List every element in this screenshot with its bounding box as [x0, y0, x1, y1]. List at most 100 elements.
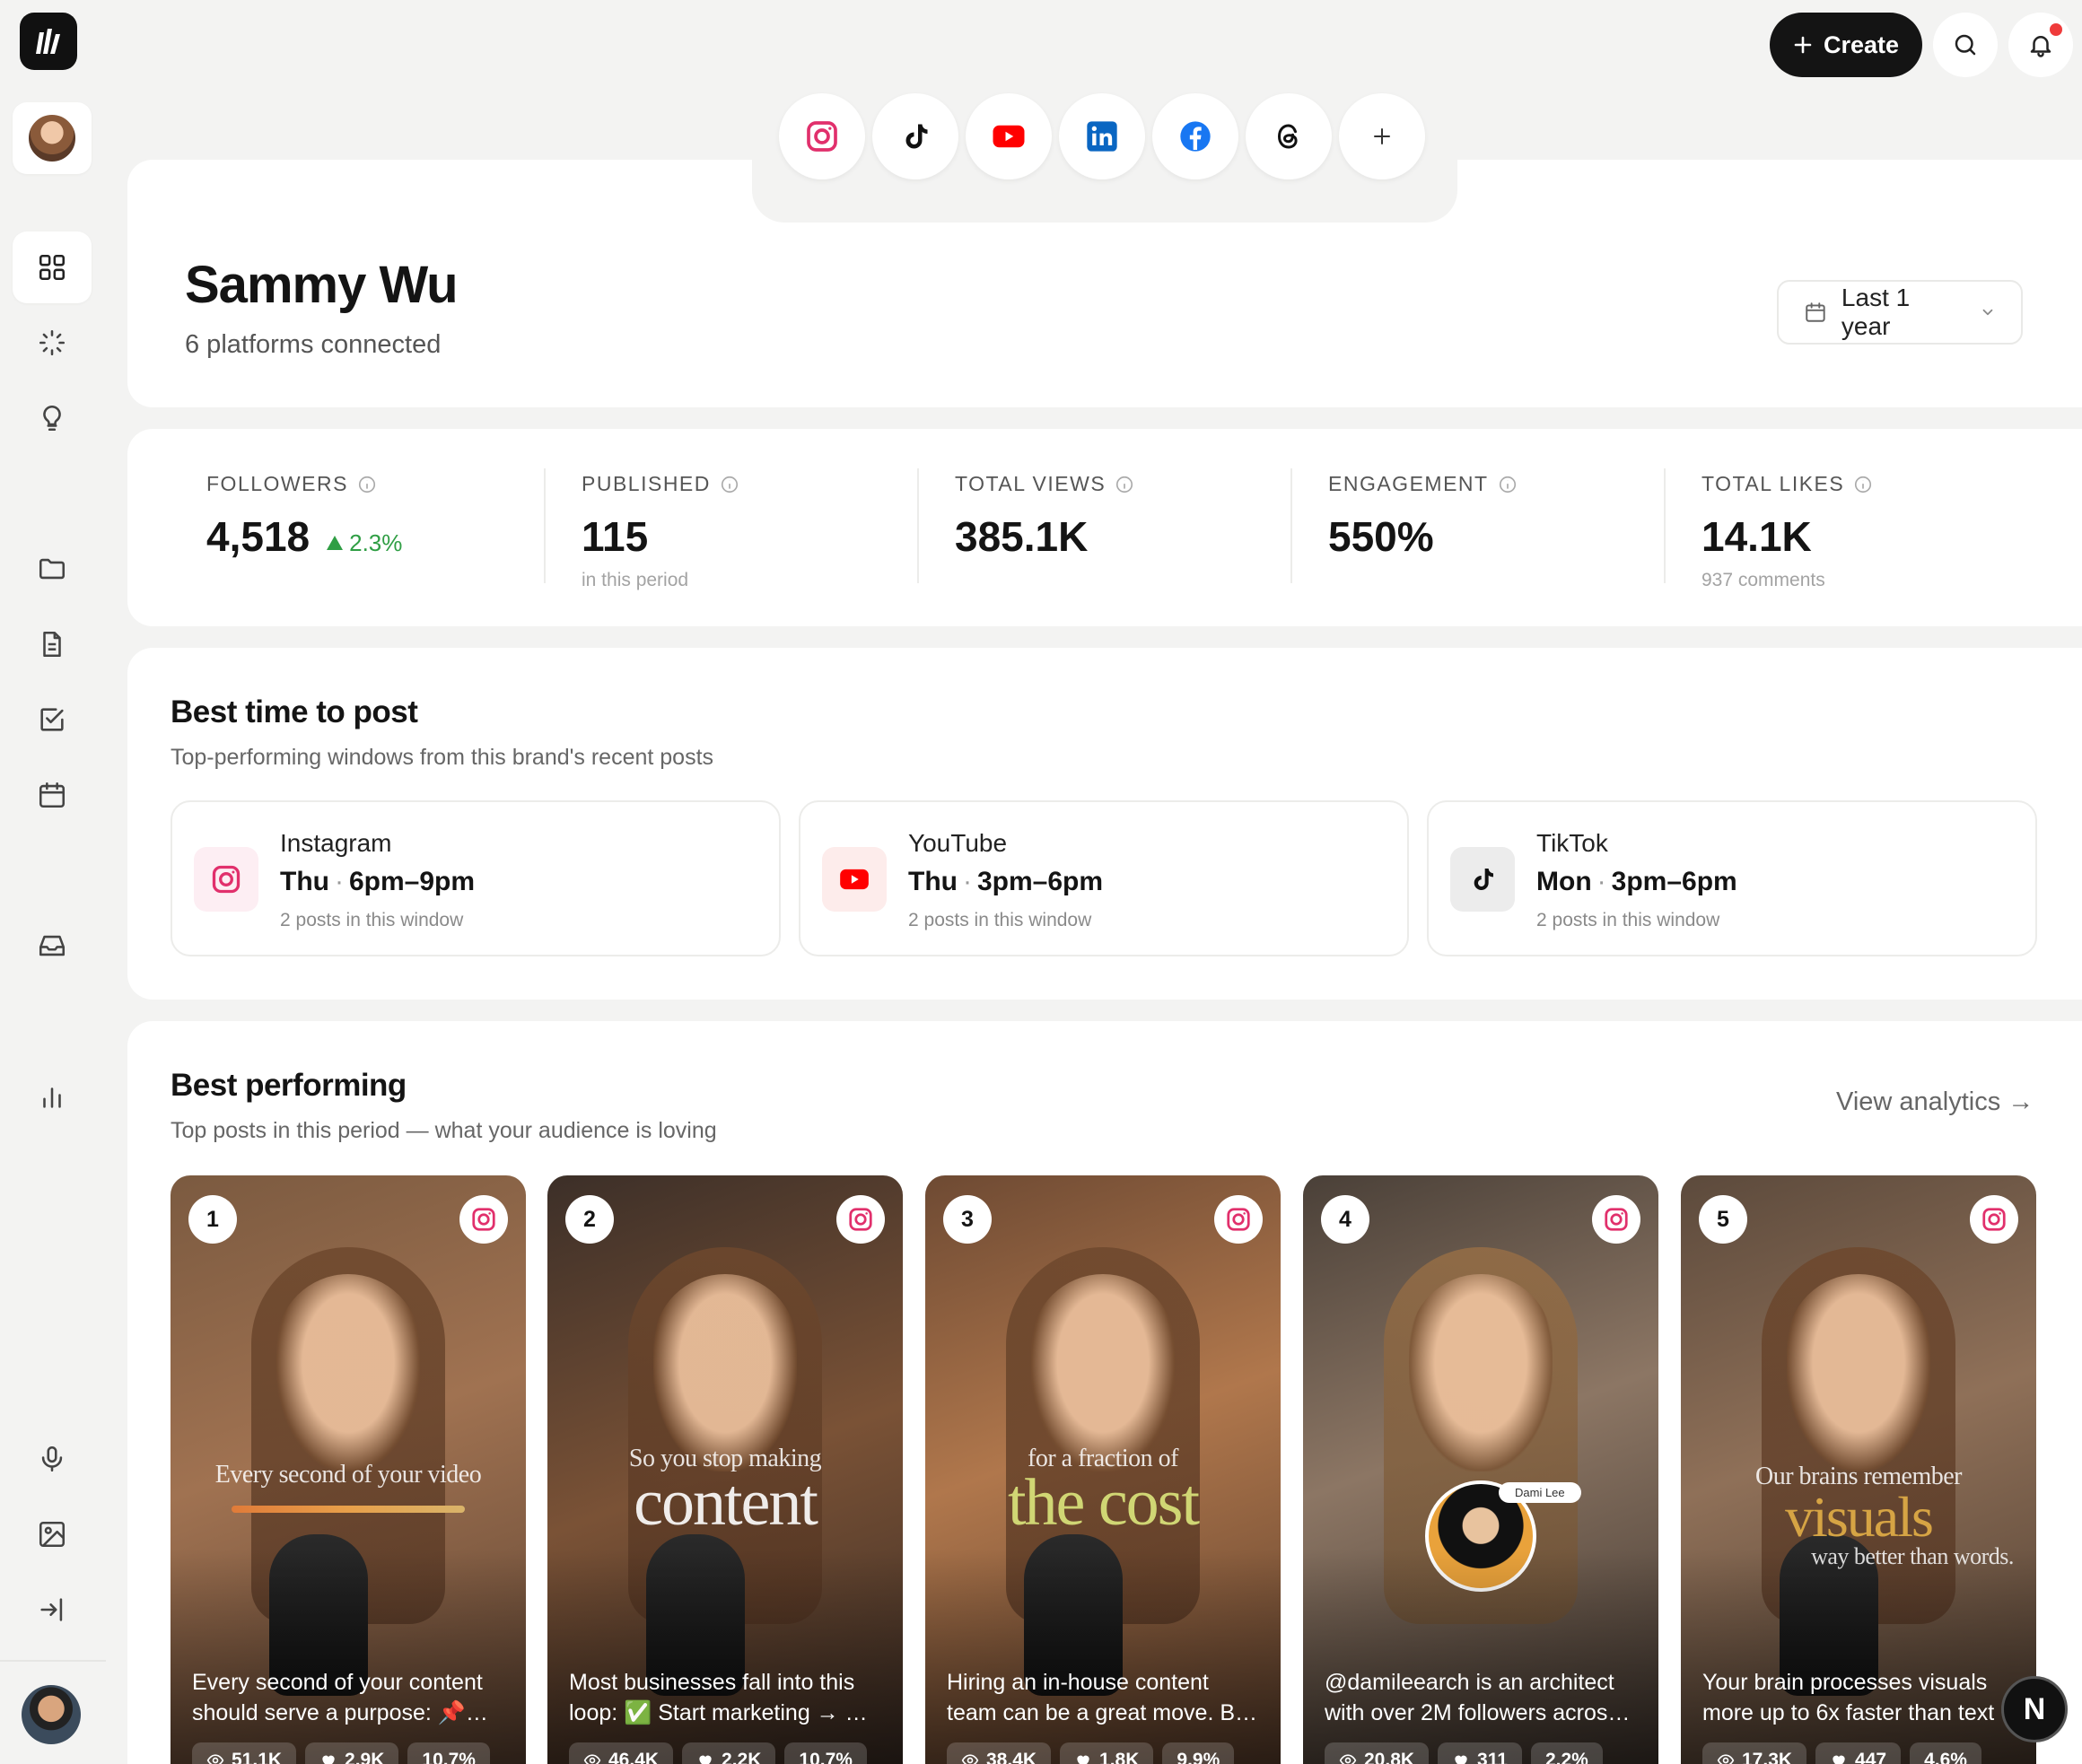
post-platform-badge — [459, 1195, 508, 1244]
post-card-2[interactable]: So you stop making content 2 Most busine… — [547, 1175, 903, 1764]
stat-label: TOTAL LIKES — [1701, 472, 1845, 495]
stat-divider — [1290, 468, 1292, 583]
stat-divider — [917, 468, 919, 583]
metric-likes-value: 2.2K — [722, 1750, 762, 1764]
info-icon[interactable] — [1115, 475, 1134, 494]
info-icon[interactable] — [720, 475, 739, 494]
heart-icon — [1833, 1755, 1845, 1764]
metric-likes-value: 2.9K — [345, 1750, 385, 1764]
metric-views-value: 20.8K — [1364, 1750, 1415, 1764]
youtube-icon — [993, 125, 1025, 148]
nav-voice[interactable] — [13, 1423, 92, 1495]
tiktok-badge — [1450, 847, 1515, 912]
platform-tiktok[interactable] — [872, 93, 958, 179]
tiktok-icon — [1474, 869, 1493, 890]
nav-dashboard[interactable] — [13, 231, 92, 303]
notification-dot — [2050, 23, 2062, 36]
post-platform-badge — [1214, 1195, 1263, 1244]
metric-likes-value: 311 — [1477, 1750, 1508, 1764]
eye-icon — [1339, 1754, 1357, 1764]
user-avatar[interactable] — [22, 1685, 81, 1744]
nav-media[interactable] — [13, 1498, 92, 1570]
time-window: Thu · 3pm–6pm — [908, 867, 1104, 896]
metric-likes-value: 447 — [1855, 1750, 1887, 1764]
nav-analytics[interactable] — [13, 1061, 92, 1132]
stat-delta: 2.3% — [326, 529, 402, 557]
eye-icon — [583, 1754, 601, 1764]
search-button[interactable] — [1933, 13, 1998, 77]
post-platform-badge — [1970, 1195, 2018, 1244]
platform-linkedin[interactable] — [1059, 93, 1145, 179]
nav-tasks[interactable] — [13, 684, 92, 755]
nav-loading[interactable] — [13, 307, 92, 379]
best-time-youtube[interactable]: YouTube Thu · 3pm–6pm 2 posts in this wind… — [799, 800, 1409, 956]
time-range: 3pm–6pm — [1611, 867, 1737, 896]
stat-total-likes: TOTAL LIKES 14.1K 937 comments — [1701, 472, 1873, 591]
metric-likes: 311 — [1438, 1742, 1522, 1764]
linkedin-icon — [1087, 121, 1117, 152]
best-performing-subtitle: Top posts in this period — what your aud… — [171, 1118, 717, 1143]
instagram-icon — [1227, 1208, 1250, 1231]
time-day: Thu — [908, 867, 958, 896]
nav-inbox[interactable] — [13, 910, 92, 982]
platform-threads[interactable] — [1246, 93, 1332, 179]
nav-calendar[interactable] — [13, 759, 92, 831]
instagram-icon — [849, 1208, 872, 1231]
info-icon[interactable] — [1498, 475, 1518, 494]
post-card-4[interactable]: Dami Lee 4 @damileearch is an architect … — [1303, 1175, 1658, 1764]
post-card-3[interactable]: for a fraction of the cost 3 Hiring an i… — [925, 1175, 1281, 1764]
post-card-5[interactable]: Our brains remember visuals way better t… — [1681, 1175, 2036, 1764]
stat-label: PUBLISHED — [582, 472, 711, 495]
post-platform-badge — [836, 1195, 885, 1244]
post-shade — [171, 1549, 526, 1764]
time-posts: 2 posts in this window — [1536, 910, 1720, 930]
brand-avatar-button[interactable] — [13, 102, 92, 174]
platform-facebook[interactable] — [1152, 93, 1238, 179]
create-button-label: Create — [1823, 31, 1900, 58]
eye-icon — [1717, 1754, 1735, 1764]
plus-icon — [1794, 36, 1812, 54]
best-performing-title: Best performing — [171, 1068, 407, 1103]
stat-divider — [544, 468, 546, 583]
post-overlay: Every second of your video — [171, 1461, 526, 1513]
rank-badge: 3 — [943, 1195, 992, 1244]
info-icon[interactable] — [357, 475, 377, 494]
chevron-down-icon — [1982, 309, 1993, 316]
nav-login[interactable] — [13, 1574, 92, 1646]
post-face — [276, 1274, 420, 1471]
date-range-label: Last 1 year — [1841, 284, 1911, 340]
view-analytics-link[interactable]: View analytics → — [1836, 1087, 2034, 1117]
folder-icon — [39, 558, 66, 580]
next-badge[interactable]: N — [2001, 1676, 2068, 1742]
post-caption: Hiring an in-house content team can be a… — [947, 1670, 1254, 1725]
info-icon[interactable] — [1853, 475, 1873, 494]
post-platform-badge — [1592, 1195, 1640, 1244]
overlay-big-text: the cost — [1007, 1466, 1200, 1540]
profile-name: Sammy Wu — [185, 256, 459, 314]
platform-instagram[interactable] — [779, 93, 865, 179]
bell-icon — [2030, 36, 2051, 57]
post-metrics: 46.4K 2.2K 10.7% — [569, 1742, 867, 1764]
stat-value: 4,518 — [206, 513, 311, 560]
app-logo[interactable] — [20, 13, 77, 70]
nav-ideas[interactable] — [13, 382, 92, 454]
stat-total-views: TOTAL VIEWS 385.1K — [955, 472, 1134, 561]
create-button[interactable]: Create — [1770, 13, 1922, 77]
stat-delta-value: 2.3% — [349, 528, 403, 556]
best-time-tiktok[interactable]: TikTok Mon · 3pm–6pm 2 posts in this windo… — [1427, 800, 2037, 956]
metric-views: 51.1K — [192, 1742, 297, 1764]
date-range-select[interactable]: Last 1 year — [1777, 280, 2023, 345]
nav-documents[interactable] — [13, 608, 92, 680]
notifications-button[interactable] — [2008, 13, 2073, 77]
post-card-1[interactable]: Every second of your video 1 Every secon… — [171, 1175, 526, 1764]
add-platform-button[interactable] — [1339, 93, 1425, 179]
best-time-instagram[interactable]: Instagram Thu · 6pm–9pm 2 posts in this wi… — [171, 800, 781, 956]
metric-likes: 447 — [1815, 1742, 1902, 1764]
platform-youtube[interactable] — [966, 93, 1052, 179]
nav-folders[interactable] — [13, 533, 92, 605]
metric-views-value: 51.1K — [232, 1750, 283, 1764]
post-shade — [547, 1549, 903, 1764]
trend-up-icon — [327, 536, 344, 550]
metric-engagement: 2.2% — [1530, 1742, 1603, 1764]
metric-views: 17.3K — [1702, 1742, 1807, 1764]
